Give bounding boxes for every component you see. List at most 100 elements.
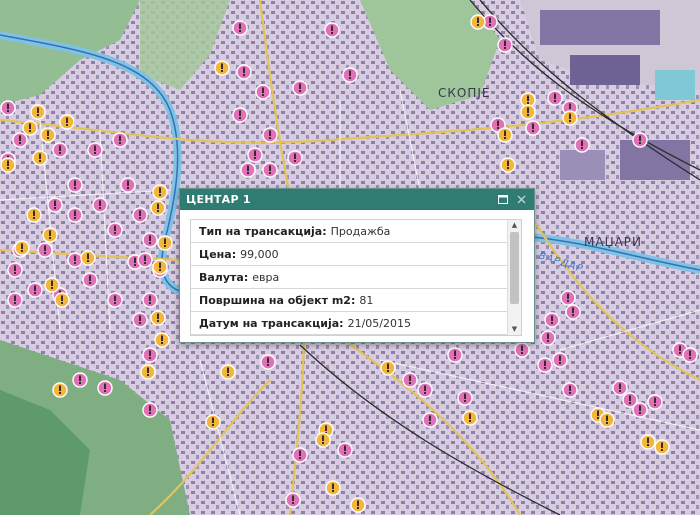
close-icon[interactable]	[514, 193, 528, 207]
scroll-thumb[interactable]	[510, 232, 519, 304]
sale-marker-icon[interactable]	[342, 67, 358, 83]
rent-marker-icon[interactable]	[562, 110, 578, 126]
popup-body[interactable]: Тип на трансакција: Продажба Цена: 99,000 …	[190, 219, 522, 336]
sale-marker-icon[interactable]	[112, 132, 128, 148]
sale-marker-icon[interactable]	[92, 197, 108, 213]
sale-marker-icon[interactable]	[647, 394, 663, 410]
popup-scrollbar[interactable]: ▲ ▼	[507, 220, 521, 335]
sale-marker-icon[interactable]	[247, 147, 263, 163]
sale-marker-icon[interactable]	[97, 380, 113, 396]
sale-marker-icon[interactable]	[27, 282, 43, 298]
sale-marker-icon[interactable]	[67, 177, 83, 193]
sale-marker-icon[interactable]	[262, 127, 278, 143]
sale-marker-icon[interactable]	[574, 137, 590, 153]
rent-marker-icon[interactable]	[497, 127, 513, 143]
rent-marker-icon[interactable]	[52, 382, 68, 398]
sale-marker-icon[interactable]	[324, 22, 340, 38]
sale-marker-icon[interactable]	[7, 262, 23, 278]
sale-marker-icon[interactable]	[497, 37, 513, 53]
rent-marker-icon[interactable]	[380, 360, 396, 376]
sale-marker-icon[interactable]	[565, 304, 581, 320]
window-maximize-icon[interactable]	[496, 193, 510, 207]
sale-marker-icon[interactable]	[422, 412, 438, 428]
sale-marker-icon[interactable]	[52, 142, 68, 158]
rent-marker-icon[interactable]	[205, 414, 221, 430]
sale-marker-icon[interactable]	[12, 132, 28, 148]
sale-marker-icon[interactable]	[514, 342, 530, 358]
rent-marker-icon[interactable]	[654, 439, 670, 455]
sale-marker-icon[interactable]	[7, 292, 23, 308]
sale-marker-icon[interactable]	[240, 162, 256, 178]
sale-marker-icon[interactable]	[107, 222, 123, 238]
sale-marker-icon[interactable]	[255, 84, 271, 100]
rent-marker-icon[interactable]	[325, 480, 341, 496]
sale-marker-icon[interactable]	[262, 162, 278, 178]
sale-marker-icon[interactable]	[292, 80, 308, 96]
sale-marker-icon[interactable]	[682, 347, 698, 363]
rent-marker-icon[interactable]	[462, 410, 478, 426]
rent-marker-icon[interactable]	[152, 259, 168, 275]
rent-marker-icon[interactable]	[150, 310, 166, 326]
sale-marker-icon[interactable]	[67, 207, 83, 223]
sale-marker-icon[interactable]	[337, 442, 353, 458]
sale-marker-icon[interactable]	[137, 252, 153, 268]
rent-marker-icon[interactable]	[150, 200, 166, 216]
sale-marker-icon[interactable]	[37, 242, 53, 258]
rent-marker-icon[interactable]	[0, 157, 16, 173]
rent-marker-icon[interactable]	[40, 127, 56, 143]
sale-marker-icon[interactable]	[0, 100, 16, 116]
sale-marker-icon[interactable]	[260, 354, 276, 370]
sale-marker-icon[interactable]	[120, 177, 136, 193]
rent-marker-icon[interactable]	[500, 157, 516, 173]
sale-marker-icon[interactable]	[142, 292, 158, 308]
sale-marker-icon[interactable]	[562, 382, 578, 398]
sale-marker-icon[interactable]	[537, 357, 553, 373]
rent-marker-icon[interactable]	[152, 184, 168, 200]
sale-marker-icon[interactable]	[560, 290, 576, 306]
sale-marker-icon[interactable]	[402, 372, 418, 388]
scroll-up-icon[interactable]: ▲	[508, 220, 521, 231]
sale-marker-icon[interactable]	[47, 197, 63, 213]
sale-marker-icon[interactable]	[632, 132, 648, 148]
rent-marker-icon[interactable]	[54, 292, 70, 308]
rent-marker-icon[interactable]	[315, 432, 331, 448]
sale-marker-icon[interactable]	[107, 292, 123, 308]
rent-marker-icon[interactable]	[470, 14, 486, 30]
sale-marker-icon[interactable]	[236, 64, 252, 80]
sale-marker-icon[interactable]	[87, 142, 103, 158]
sale-marker-icon[interactable]	[132, 207, 148, 223]
sale-marker-icon[interactable]	[132, 312, 148, 328]
rent-marker-icon[interactable]	[32, 150, 48, 166]
sale-marker-icon[interactable]	[82, 272, 98, 288]
sale-marker-icon[interactable]	[457, 390, 473, 406]
sale-marker-icon[interactable]	[540, 330, 556, 346]
rent-marker-icon[interactable]	[22, 120, 38, 136]
rent-marker-icon[interactable]	[42, 227, 58, 243]
rent-marker-icon[interactable]	[140, 364, 156, 380]
rent-marker-icon[interactable]	[26, 207, 42, 223]
rent-marker-icon[interactable]	[154, 332, 170, 348]
sale-marker-icon[interactable]	[232, 107, 248, 123]
scroll-down-icon[interactable]: ▼	[508, 324, 521, 335]
rent-marker-icon[interactable]	[14, 240, 30, 256]
sale-marker-icon[interactable]	[447, 347, 463, 363]
rent-marker-icon[interactable]	[30, 104, 46, 120]
sale-marker-icon[interactable]	[552, 352, 568, 368]
sale-marker-icon[interactable]	[544, 312, 560, 328]
rent-marker-icon[interactable]	[640, 434, 656, 450]
rent-marker-icon[interactable]	[157, 235, 173, 251]
sale-marker-icon[interactable]	[142, 347, 158, 363]
sale-marker-icon[interactable]	[292, 447, 308, 463]
sale-marker-icon[interactable]	[612, 380, 628, 396]
sale-marker-icon[interactable]	[142, 232, 158, 248]
rent-marker-icon[interactable]	[59, 114, 75, 130]
rent-marker-icon[interactable]	[220, 364, 236, 380]
rent-marker-icon[interactable]	[44, 277, 60, 293]
sale-marker-icon[interactable]	[72, 372, 88, 388]
sale-marker-icon[interactable]	[547, 90, 563, 106]
sale-marker-icon[interactable]	[142, 402, 158, 418]
sale-marker-icon[interactable]	[632, 402, 648, 418]
sale-marker-icon[interactable]	[285, 492, 301, 508]
rent-marker-icon[interactable]	[214, 60, 230, 76]
sale-marker-icon[interactable]	[67, 252, 83, 268]
